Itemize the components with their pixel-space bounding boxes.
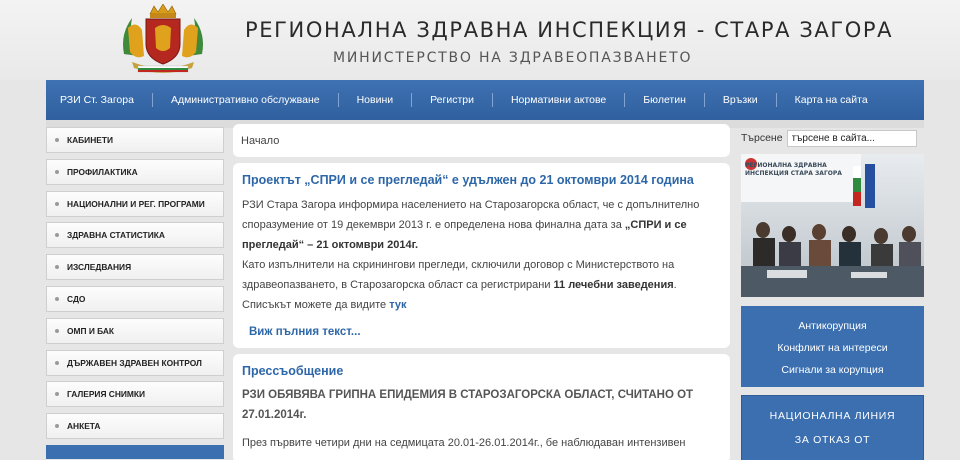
article-title[interactable]: Проектът „СПРИ и се прегледай“ е удължен… bbox=[242, 173, 721, 187]
article-body: РЗИ Стара Загора информира населението н… bbox=[242, 195, 721, 315]
breadcrumb: Начало bbox=[233, 124, 730, 157]
bullet-icon bbox=[55, 424, 59, 429]
left-sidebar: КАБИНЕТИ ПРОФИЛАКТИКА НАЦИОНАЛНИ И РЕГ. … bbox=[46, 127, 224, 459]
anticorruption-link[interactable]: Антикорупция bbox=[741, 315, 924, 337]
search-label: Търсене bbox=[741, 132, 783, 144]
site-header: РЕГИОНАЛНА ЗДРАВНА ИНСПЕКЦИЯ - СТАРА ЗАГ… bbox=[0, 0, 960, 80]
nav-separator bbox=[624, 93, 626, 107]
sidebar-blue-block bbox=[46, 444, 224, 459]
hotline-title: НАЦИОНАЛНА ЛИНИЯ bbox=[769, 410, 896, 422]
nav-item-rzi[interactable]: РЗИ Ст. Загора bbox=[60, 94, 134, 106]
sidebar-item-label: НАЦИОНАЛНИ И РЕГ. ПРОГРАМИ bbox=[67, 198, 205, 209]
conflict-of-interest-link[interactable]: Конфликт на интереси bbox=[741, 337, 924, 359]
bullet-icon bbox=[55, 169, 59, 174]
anticorruption-links-box: Антикорупция Конфликт на интереси Сигнал… bbox=[741, 306, 924, 387]
office-photo: РЕГИОНАЛНА ЗДРАВНА ИНСПЕКЦИЯ СТАРА ЗАГОР… bbox=[741, 154, 924, 297]
sidebar-item-photo-gallery[interactable]: ГАЛЕРИЯ СНИМКИ bbox=[46, 381, 224, 408]
article-body: През първите четири дни на седмицата 20.… bbox=[242, 437, 686, 449]
bullet-icon bbox=[55, 265, 59, 270]
article-title[interactable]: Прессъобщение bbox=[242, 364, 721, 378]
nav-separator bbox=[337, 93, 339, 107]
site-subtitle: МИНИСТЕРСТВО НА ЗДРАВЕОПАЗВАНЕТО bbox=[333, 50, 693, 66]
bullet-icon bbox=[55, 296, 59, 301]
sidebar-item-research[interactable]: ИЗСЛЕДВАНИЯ bbox=[46, 254, 224, 281]
photo-sign-text: РЕГИОНАЛНА ЗДРАВНА ИНСПЕКЦИЯ СТАРА ЗАГОР… bbox=[745, 162, 842, 177]
sidebar-item-cabinets[interactable]: КАБИНЕТИ bbox=[46, 127, 224, 153]
nav-item-sitemap[interactable]: Карта на сайта bbox=[795, 94, 868, 106]
sidebar-item-label: ДЪРЖАВЕН ЗДРАВЕН КОНТРОЛ bbox=[67, 357, 202, 368]
search-input[interactable] bbox=[786, 129, 917, 147]
article-bold-text: 11 лечебни заведения bbox=[553, 279, 674, 291]
sidebar-item-prophylaxis[interactable]: ПРОФИЛАКТИКА bbox=[46, 158, 224, 185]
nav-separator bbox=[775, 93, 777, 107]
corruption-reports-link[interactable]: Сигнали за корупция bbox=[741, 359, 924, 381]
sidebar-item-label: АНКЕТА bbox=[67, 421, 101, 432]
list-link[interactable]: тук bbox=[389, 299, 406, 311]
nav-item-news[interactable]: Новини bbox=[357, 94, 394, 106]
nav-separator bbox=[411, 93, 413, 107]
sidebar-item-label: КАБИНЕТИ bbox=[67, 135, 113, 145]
nav-separator bbox=[491, 93, 493, 107]
sidebar-item-label: ОМП И БАК bbox=[67, 325, 115, 336]
nav-item-regulations[interactable]: Нормативни актове bbox=[511, 94, 606, 106]
nav-separator bbox=[703, 93, 705, 107]
bullet-icon bbox=[55, 233, 59, 238]
search-box: Търсене bbox=[741, 128, 924, 148]
main-content: Начало Проектът „СПРИ и се прегледай“ е … bbox=[233, 124, 730, 460]
press-release-heading: РЗИ ОБЯВЯВА ГРИПНА ЕПИДЕМИЯ В СТАРОЗАГОР… bbox=[242, 389, 694, 421]
hotline-subtitle: ЗА ОТКАЗ ОТ ТЮТЮНОПУШЕНЕ bbox=[781, 434, 883, 460]
nav-item-registers[interactable]: Регистри bbox=[430, 94, 474, 106]
bullet-icon bbox=[55, 138, 59, 142]
article-text: . bbox=[673, 279, 677, 291]
sidebar-item-label: ЗДРАВНА СТАТИСТИКА bbox=[67, 230, 165, 241]
sidebar-item-label: ПРОФИЛАКТИКА bbox=[67, 166, 138, 177]
site-title: РЕГИОНАЛНА ЗДРАВНА ИНСПЕКЦИЯ - СТАРА ЗАГ… bbox=[245, 18, 894, 42]
main-navigation: РЗИ Ст. Загора Административно обслужван… bbox=[46, 80, 924, 120]
nav-separator bbox=[151, 93, 153, 107]
bullet-icon bbox=[55, 360, 59, 365]
bullet-icon bbox=[55, 201, 59, 206]
sidebar-item-label: ГАЛЕРИЯ СНИМКИ bbox=[67, 389, 146, 400]
breadcrumb-home[interactable]: Начало bbox=[241, 135, 279, 147]
nav-item-admin-services[interactable]: Административно обслужване bbox=[171, 94, 320, 106]
quit-smoking-hotline-box[interactable]: НАЦИОНАЛНА ЛИНИЯ ЗА ОТКАЗ ОТ ТЮТЮНОПУШЕН… bbox=[741, 395, 924, 460]
sidebar-item-programs[interactable]: НАЦИОНАЛНИ И РЕГ. ПРОГРАМИ bbox=[46, 190, 224, 217]
sidebar-item-label: ИЗСЛЕДВАНИЯ bbox=[67, 262, 132, 273]
bullet-icon bbox=[55, 392, 59, 397]
sidebar-item-omp-bak[interactable]: ОМП И БАК bbox=[46, 317, 224, 344]
press-release-article: Прессъобщение РЗИ ОБЯВЯВА ГРИПНА ЕПИДЕМИ… bbox=[233, 354, 730, 460]
right-sidebar: Търсене търсене в сайта... РЕГИОНАЛНА ЗД… bbox=[741, 128, 924, 460]
nav-item-bulletin[interactable]: Бюлетин bbox=[643, 94, 686, 106]
bullet-icon bbox=[55, 328, 59, 333]
news-article: Проектът „СПРИ и се прегледай“ е удължен… bbox=[233, 163, 730, 348]
sidebar-item-survey[interactable]: АНКЕТА bbox=[46, 413, 224, 440]
sidebar-item-state-health-control[interactable]: ДЪРЖАВЕН ЗДРАВЕН КОНТРОЛ bbox=[46, 349, 224, 376]
sidebar-item-sdo[interactable]: СДО bbox=[46, 285, 224, 312]
sidebar-item-label: СДО bbox=[67, 293, 86, 304]
nav-item-links[interactable]: Връзки bbox=[723, 94, 758, 106]
sidebar-item-health-statistics[interactable]: ЗДРАВНА СТАТИСТИКА bbox=[46, 222, 224, 249]
read-more-link[interactable]: Виж пълния текст... bbox=[249, 326, 721, 338]
coat-of-arms-logo[interactable] bbox=[118, 3, 208, 76]
article-text: Списъкът можете да видите bbox=[242, 299, 390, 311]
